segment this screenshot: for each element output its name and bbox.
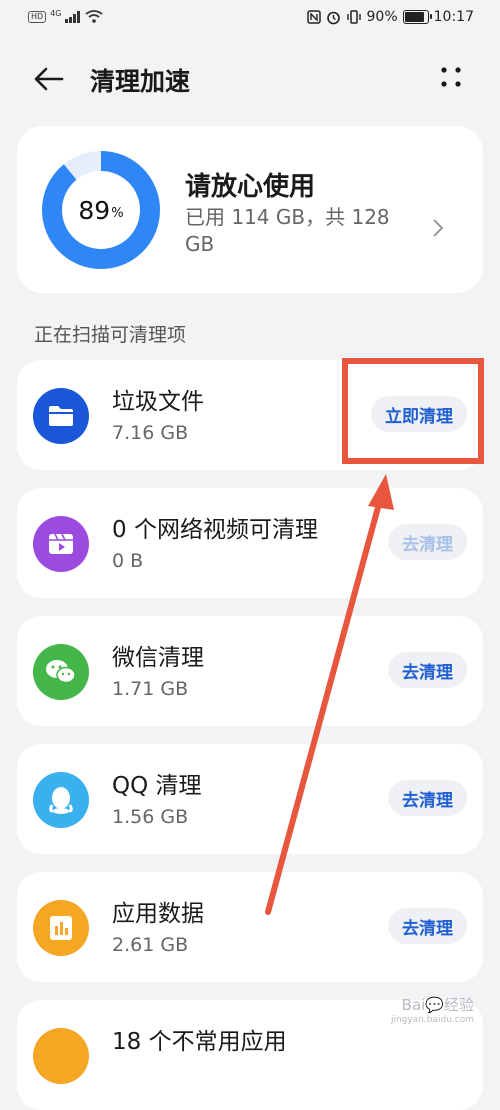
list-item-app-data: 应用数据 2.61 GB 去清理	[17, 872, 483, 982]
summary-subtitle: 已用 114 GB，共 128 GB	[185, 205, 390, 256]
item-size: 2.61 GB	[112, 934, 189, 956]
wifi-icon	[85, 10, 104, 23]
list-item-wechat: 微信清理 1.71 GB 去清理	[17, 616, 483, 726]
wechat-icon	[33, 644, 89, 700]
item-name: QQ 清理	[112, 773, 202, 799]
item-size: 7.16 GB	[112, 422, 189, 444]
item-size: 0 B	[112, 550, 144, 572]
nfc-icon	[306, 10, 321, 24]
network-type: 4G	[50, 9, 62, 18]
app-bar: 清理加速	[0, 50, 500, 106]
annotation-highlight-box	[342, 358, 484, 464]
list-item-qq: QQ 清理 1.56 GB 去清理	[17, 744, 483, 854]
qq-icon	[33, 772, 89, 828]
item-name: 应用数据	[112, 901, 204, 927]
storage-percent-value: 89	[78, 195, 111, 225]
item-name: 垃圾文件	[112, 389, 204, 415]
storage-percent-unit: %	[111, 206, 124, 221]
list-item-web-videos: 0 个网络视频可清理 0 B 去清理	[17, 488, 483, 598]
go-clean-button[interactable]: 去清理	[388, 908, 467, 944]
storage-percent: 89%	[41, 150, 161, 270]
page-title: 清理加速	[90, 67, 191, 96]
status-right: 90% 10:17	[306, 9, 474, 25]
status-bar: HD 4G 90% 10:17	[0, 0, 500, 38]
storage-summary-card[interactable]: 89% 请放心使用 已用 114 GB，共 128 GB	[17, 126, 483, 293]
watermark: Bai💬经验 jingyan.baidu.com	[391, 994, 474, 1025]
apps-icon	[33, 1028, 89, 1084]
signal-icon	[65, 10, 81, 23]
battery-icon	[402, 10, 432, 24]
item-size: 1.71 GB	[112, 678, 189, 700]
go-clean-button[interactable]: 去清理	[388, 780, 467, 816]
more-dots-icon[interactable]	[438, 64, 464, 90]
watermark-url: jingyan.baidu.com	[390, 1015, 474, 1025]
arrow-left-icon[interactable]	[32, 62, 66, 96]
status-left: HD 4G	[28, 9, 104, 23]
chevron-right-icon	[433, 219, 444, 237]
go-clean-button[interactable]: 去清理	[388, 652, 467, 688]
summary-title: 请放心使用	[185, 172, 316, 202]
vibrate-icon	[346, 10, 361, 24]
item-name: 18 个不常用应用	[112, 1029, 287, 1055]
alarm-icon	[326, 11, 340, 24]
item-name: 0 个网络视频可清理	[112, 517, 318, 543]
watermark-text: Bai💬经验	[401, 996, 474, 1014]
battery-percent: 90%	[366, 9, 398, 25]
section-title: 正在扫描可清理项	[34, 324, 187, 346]
video-icon	[33, 516, 89, 572]
folder-icon	[33, 388, 89, 444]
hd-badge: HD	[28, 10, 47, 23]
item-size: 1.56 GB	[112, 806, 189, 828]
app-data-icon	[33, 900, 89, 956]
item-name: 微信清理	[112, 645, 204, 671]
clock: 10:17	[433, 9, 474, 25]
go-clean-button[interactable]: 去清理	[388, 524, 467, 560]
